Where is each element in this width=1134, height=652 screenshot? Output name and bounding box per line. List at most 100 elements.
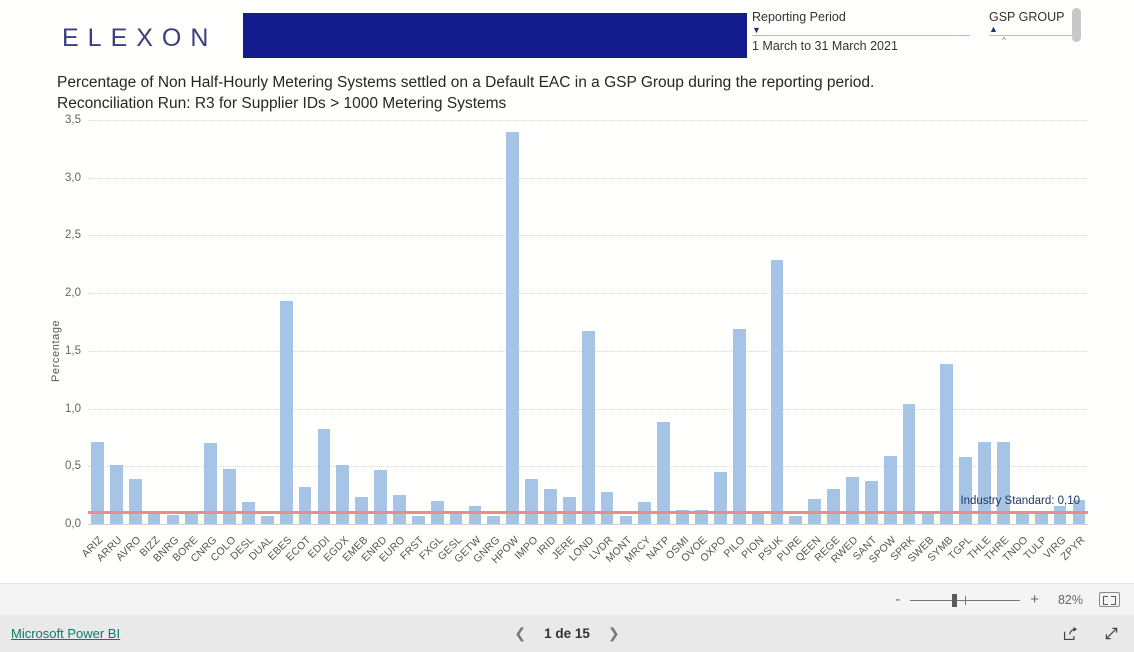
gsp-group-label: GSP GROUP (989, 10, 1065, 24)
bar-slot (862, 120, 881, 524)
zoom-in-button[interactable]: + (1030, 591, 1039, 608)
header-banner (243, 13, 747, 58)
gsp-group-caret-small[interactable]: ^ (989, 36, 1019, 45)
bar[interactable] (902, 403, 916, 524)
bar-slot (126, 120, 145, 524)
y-axis-title: Percentage (50, 319, 62, 382)
y-axis-tick-label: 2,0 (65, 287, 81, 300)
zoom-out-button[interactable]: - (895, 591, 900, 608)
chevron-up-icon[interactable]: ▲ (989, 25, 1073, 34)
zoom-slider-thumb[interactable] (952, 593, 958, 607)
bar[interactable] (298, 487, 312, 524)
bar[interactable] (336, 465, 350, 524)
bar[interactable] (827, 489, 840, 524)
bar[interactable] (921, 513, 935, 524)
chart-title-block: Percentage of Non Half-Hourly Metering S… (57, 72, 1057, 114)
bar[interactable] (1034, 513, 1048, 524)
bar[interactable] (279, 301, 293, 524)
bar[interactable] (468, 505, 482, 524)
bar[interactable] (223, 468, 236, 524)
bar[interactable] (770, 259, 784, 524)
bar[interactable] (600, 491, 614, 524)
bar[interactable] (864, 481, 878, 524)
bar[interactable] (751, 513, 765, 524)
bar[interactable] (506, 131, 520, 524)
bar-slot (315, 120, 334, 524)
bar[interactable] (109, 465, 123, 524)
bar-slot (258, 120, 277, 524)
bar-slot (1032, 120, 1051, 524)
bar-slot (409, 120, 428, 524)
bar-slot (919, 120, 938, 524)
bar[interactable] (581, 331, 595, 524)
zoom-slider-tick (965, 595, 967, 605)
bar[interactable] (374, 469, 387, 524)
page-subtitle: Reconciliation Run: R3 for Supplier IDs … (57, 95, 507, 112)
y-axis-tick-label: 0,5 (65, 460, 81, 473)
bar-series (88, 120, 1088, 524)
bar[interactable] (713, 472, 727, 524)
bar-slot (635, 120, 654, 524)
fullscreen-icon[interactable] (1103, 625, 1120, 642)
chevron-right-icon[interactable]: ❯ (608, 625, 620, 642)
bar-slot (692, 120, 711, 524)
bar-slot (352, 120, 371, 524)
bar[interactable] (411, 515, 425, 524)
bar[interactable] (657, 422, 671, 524)
bar-slot (786, 120, 805, 524)
fit-to-page-icon[interactable] (1099, 592, 1120, 607)
bar-slot (975, 120, 994, 524)
bar[interactable] (128, 478, 142, 524)
report-canvas: ELEXON Reporting Period ▼ 1 March to 31 … (0, 0, 1134, 583)
bar[interactable] (525, 478, 538, 524)
bar-slot (333, 120, 352, 524)
x-axis-labels: ARIZ ARRU AVRO BIZZ BNRG BORE CNRG COLO DESL DUAL… (80, 532, 1088, 583)
bar-slot (994, 120, 1013, 524)
bar[interactable] (260, 515, 274, 524)
bar-slot (673, 120, 692, 524)
bar-slot (730, 120, 749, 524)
bar-slot (937, 120, 956, 524)
bar[interactable] (147, 513, 161, 524)
bar-slot (88, 120, 107, 524)
y-axis-tick-label: 2,5 (65, 229, 81, 242)
bar-slot (598, 120, 617, 524)
bar-slot (617, 120, 636, 524)
bar-slot (768, 120, 787, 524)
zoom-slider[interactable] (910, 593, 1021, 607)
bar[interactable] (317, 429, 331, 524)
bar[interactable] (166, 514, 180, 524)
bar-slot (1070, 120, 1089, 524)
bar[interactable] (789, 515, 803, 524)
industry-standard-line (88, 511, 1088, 515)
bar-slot (711, 120, 730, 524)
bar-slot (107, 120, 126, 524)
bar[interactable] (487, 515, 501, 524)
canvas-scrollbar-thumb[interactable] (1072, 8, 1081, 42)
bar-slot (881, 120, 900, 524)
bar-slot (239, 120, 258, 524)
share-icon[interactable] (1062, 625, 1079, 642)
bar[interactable] (393, 495, 406, 524)
bar[interactable] (846, 476, 859, 524)
page-title: Percentage of Non Half-Hourly Metering S… (57, 74, 875, 91)
zoom-level: 82% (1057, 592, 1083, 607)
status-bar-actions (1062, 625, 1120, 642)
bar-slot (805, 120, 824, 524)
bar-slot (164, 120, 183, 524)
bar[interactable] (544, 489, 557, 524)
reporting-period-value: 1 March to 31 March 2021 (752, 39, 898, 53)
bar[interactable] (619, 515, 633, 524)
bar[interactable] (732, 328, 746, 524)
bar-slot (484, 120, 503, 524)
bar[interactable] (940, 363, 954, 524)
chevron-down-icon[interactable]: ▼ (752, 26, 970, 35)
bar[interactable] (1053, 505, 1067, 524)
chevron-left-icon[interactable]: ❮ (514, 625, 526, 642)
reporting-period-label: Reporting Period (752, 10, 846, 24)
bar-slot (956, 120, 975, 524)
reporting-period-slicer[interactable]: Reporting Period ▼ 1 March to 31 March 2… (752, 10, 970, 53)
gsp-group-slicer[interactable]: GSP GROUP ▲ ^ (989, 10, 1073, 45)
bar-slot (466, 120, 485, 524)
page-navigation: ❮ 1 de 15 ❯ (0, 625, 1134, 642)
